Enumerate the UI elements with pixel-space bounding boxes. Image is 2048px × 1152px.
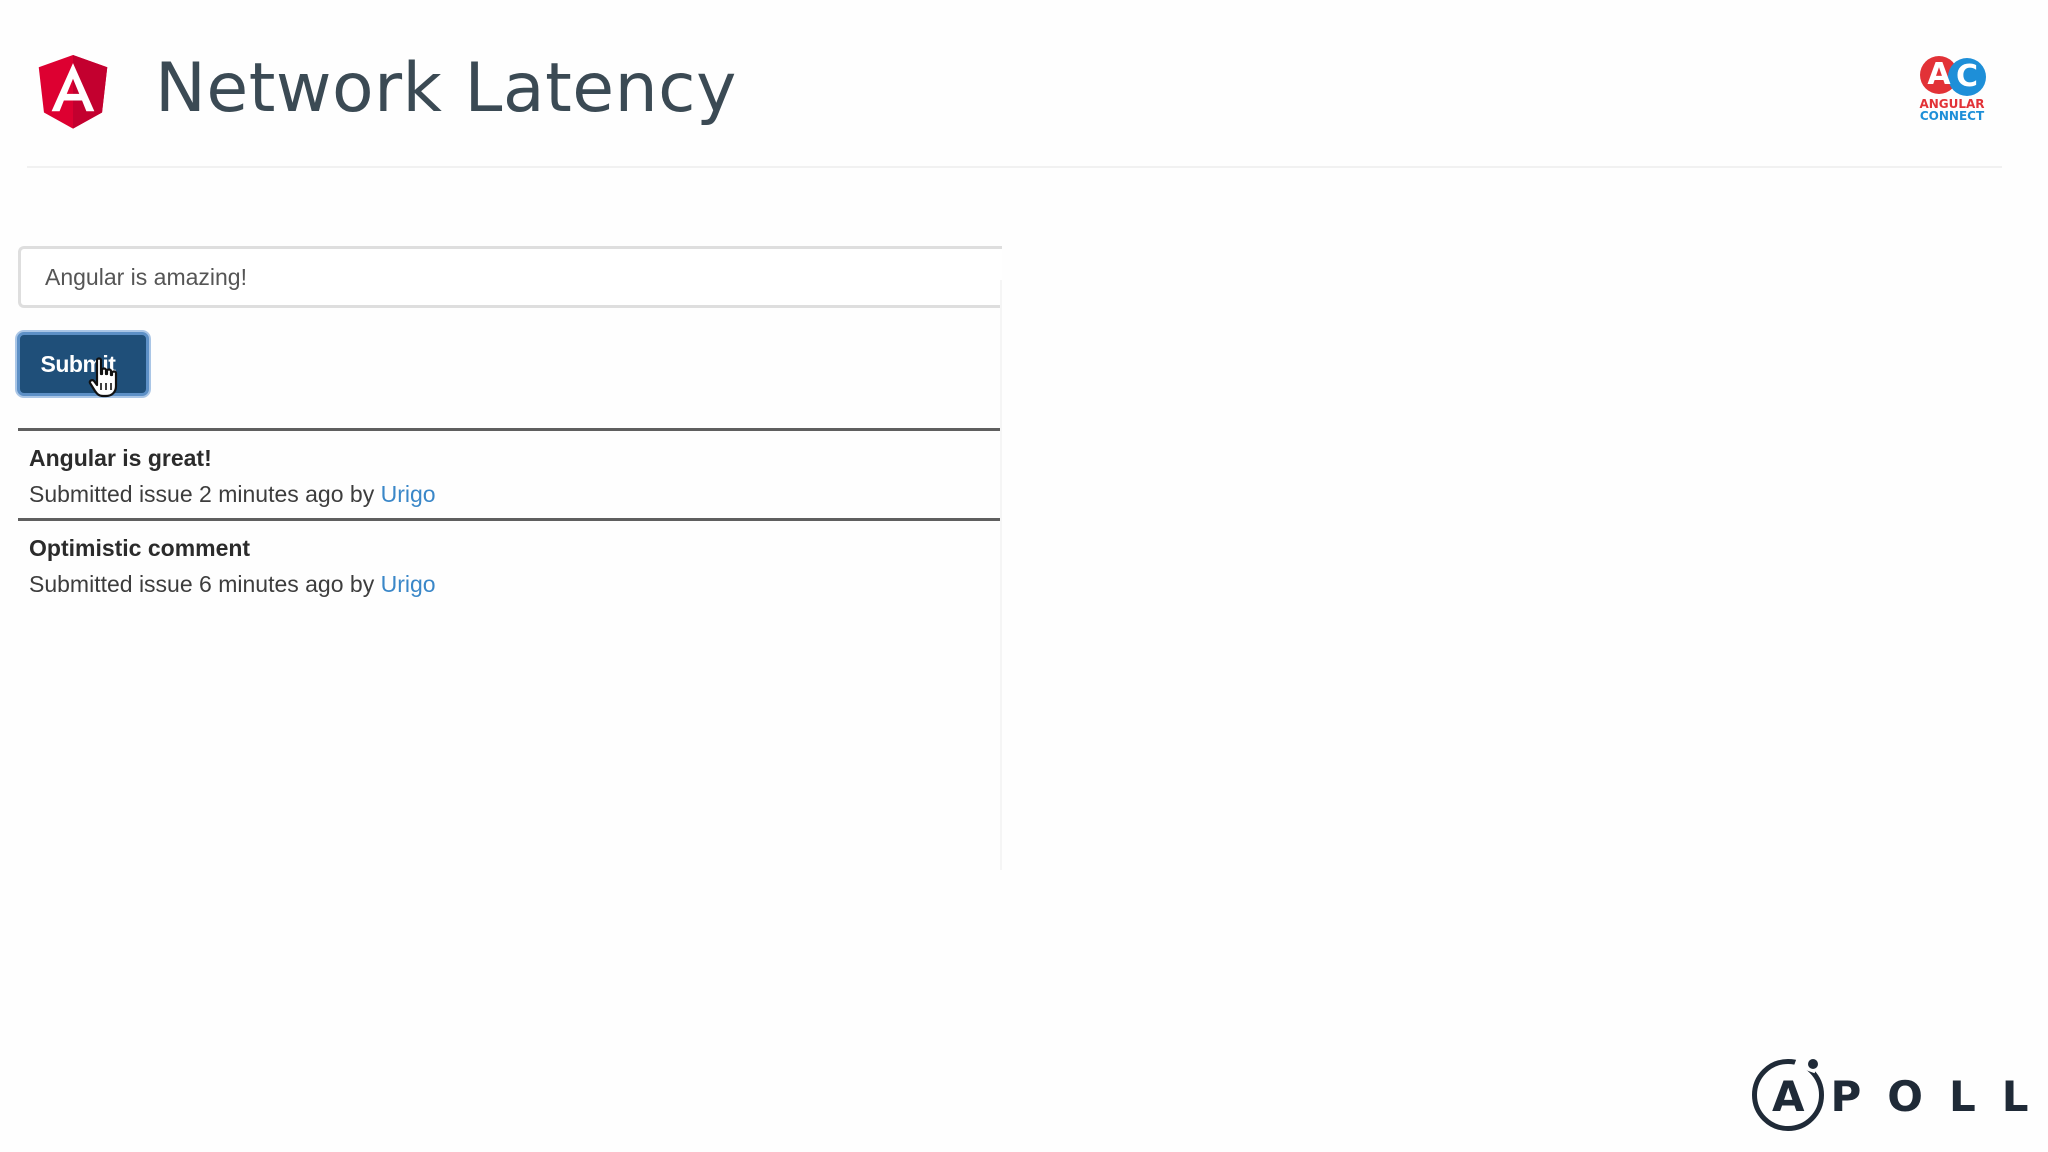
comment-author-link[interactable]: Urigo — [381, 481, 436, 507]
angular-logo-icon — [27, 40, 119, 140]
hand-pointer-icon — [88, 357, 124, 399]
panel-edge-divider — [1000, 280, 1002, 870]
comment-author-link[interactable]: Urigo — [381, 571, 436, 597]
demo-panel: Submit Angular is great! Submitted issue… — [0, 230, 1002, 870]
angular-connect-logo: A C ANGULAR CONNECT — [1914, 56, 1990, 128]
slide-title: Network Latency — [155, 49, 737, 128]
comment-meta-text: Submitted issue 6 minutes ago by — [29, 571, 375, 597]
apollo-wordmark: APOLLO — [1772, 1072, 2048, 1121]
submit-button[interactable]: Submit — [17, 332, 149, 396]
comment-list: Angular is great! Submitted issue 2 minu… — [18, 428, 1002, 608]
comment-title: Optimistic comment — [29, 535, 251, 561]
comment-input[interactable] — [18, 246, 1002, 308]
comment-title: Angular is great! — [29, 445, 212, 471]
apollo-dot-icon — [1808, 1059, 1818, 1069]
list-item: Angular is great! Submitted issue 2 minu… — [18, 428, 1002, 518]
apollo-logo: APOLLO — [1752, 1050, 2048, 1138]
comment-meta: Submitted issue 6 minutes ago by Urigo — [29, 571, 436, 598]
ac-text-connect: CONNECT — [1919, 109, 1985, 123]
comment-meta: Submitted issue 2 minutes ago by Urigo — [29, 481, 436, 508]
ac-letter-c: C — [1955, 59, 1979, 94]
comment-meta-text: Submitted issue 2 minutes ago by — [29, 481, 375, 507]
list-item: Optimistic comment Submitted issue 6 min… — [18, 518, 1002, 608]
slide-header: Network Latency A C ANGULAR CONNECT — [0, 0, 2048, 170]
header-divider — [27, 166, 2002, 168]
angular-connect-mark: A C — [1914, 56, 1990, 96]
